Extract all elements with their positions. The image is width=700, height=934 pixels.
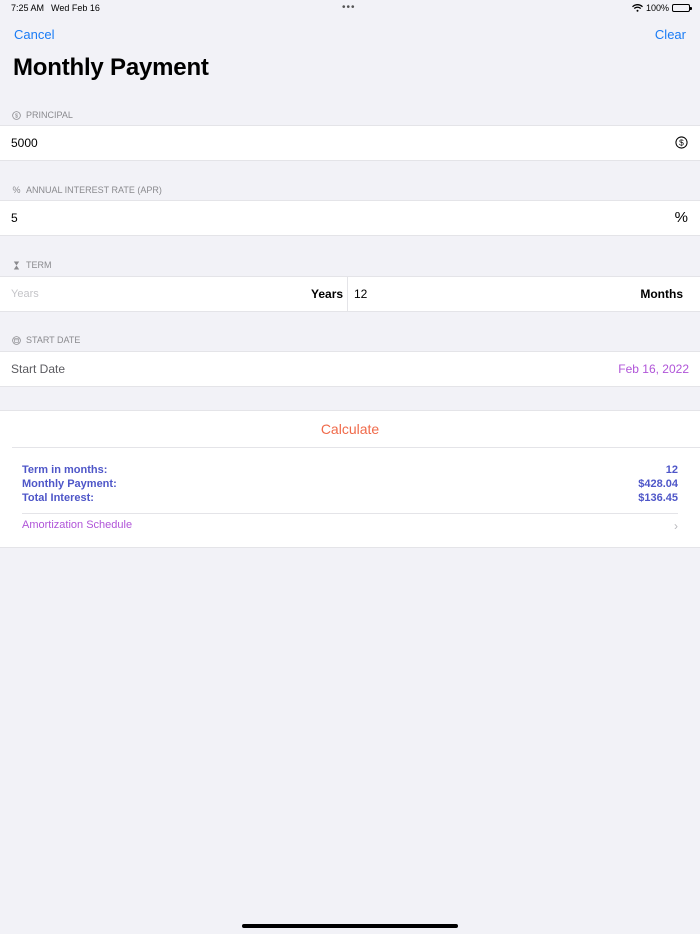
years-unit-label: Years (311, 287, 344, 301)
divider (22, 513, 678, 514)
principal-field[interactable]: 5000 $ (0, 125, 700, 161)
term-field: Years Years 12 Months (0, 276, 700, 312)
battery-full-icon (672, 4, 692, 12)
dollar-circle-icon: $ (12, 110, 21, 120)
battery-percent: 100% (645, 3, 669, 13)
start-date-header: START DATE (12, 335, 80, 345)
monthly-payment-label: Monthly Payment: (22, 478, 117, 490)
start-date-row[interactable]: Start Date Feb 16, 2022 (0, 351, 700, 387)
start-date-picker[interactable]: Feb 16, 2022 (618, 362, 689, 376)
interest-field[interactable]: 5 % (0, 200, 700, 236)
term-header: TERM (12, 260, 52, 270)
page-title: Monthly Payment (13, 54, 209, 81)
interest-header-label: ANNUAL INTEREST RATE (APR) (26, 185, 162, 195)
monthly-payment-value: $428.04 (638, 478, 678, 490)
percent-icon: % (674, 209, 688, 226)
results-card: Calculate Term in months: 12 Monthly Pay… (0, 410, 700, 548)
clear-button[interactable]: Clear (655, 27, 686, 42)
term-months-value: 12 (665, 464, 678, 476)
divider (12, 447, 700, 448)
amortization-schedule-link[interactable]: Amortization Schedule (22, 519, 132, 531)
start-date-label: Start Date (11, 362, 66, 376)
svg-text:$: $ (679, 138, 684, 148)
principal-input[interactable]: 5000 (11, 136, 38, 150)
status-time: 7:25 AM (11, 3, 45, 13)
total-interest-value: $136.45 (638, 492, 678, 504)
interest-input[interactable]: 5 (11, 211, 18, 225)
cancel-button[interactable]: Cancel (14, 27, 54, 42)
total-interest-label: Total Interest: (22, 492, 94, 504)
dollar-circle-icon: $ (675, 136, 688, 154)
interest-header: % ANNUAL INTEREST RATE (APR) (12, 185, 162, 195)
calendar-icon (12, 335, 21, 345)
term-header-label: TERM (26, 260, 52, 270)
status-right: 100% (632, 3, 692, 13)
wifi-icon (632, 4, 643, 12)
principal-header: $ PRINCIPAL (12, 110, 73, 120)
months-input[interactable]: 12 (354, 287, 367, 301)
term-months-label: Term in months: (22, 464, 108, 476)
multitasking-dots-icon[interactable]: ••• (342, 2, 356, 13)
principal-header-label: PRINCIPAL (26, 110, 73, 120)
chevron-right-icon[interactable]: › (674, 519, 678, 533)
status-date: Wed Feb 16 (51, 3, 100, 13)
years-input[interactable]: Years (11, 288, 39, 300)
status-bar: 7:25 AM Wed Feb 16 ••• 100% (0, 0, 700, 18)
calculate-button[interactable]: Calculate (0, 421, 700, 437)
percent-icon: % (12, 185, 21, 195)
term-divider (347, 277, 348, 311)
home-indicator[interactable] (242, 924, 458, 928)
start-date-header-label: START DATE (26, 335, 81, 345)
hourglass-icon (12, 260, 21, 270)
months-unit-label: Months (640, 287, 683, 301)
